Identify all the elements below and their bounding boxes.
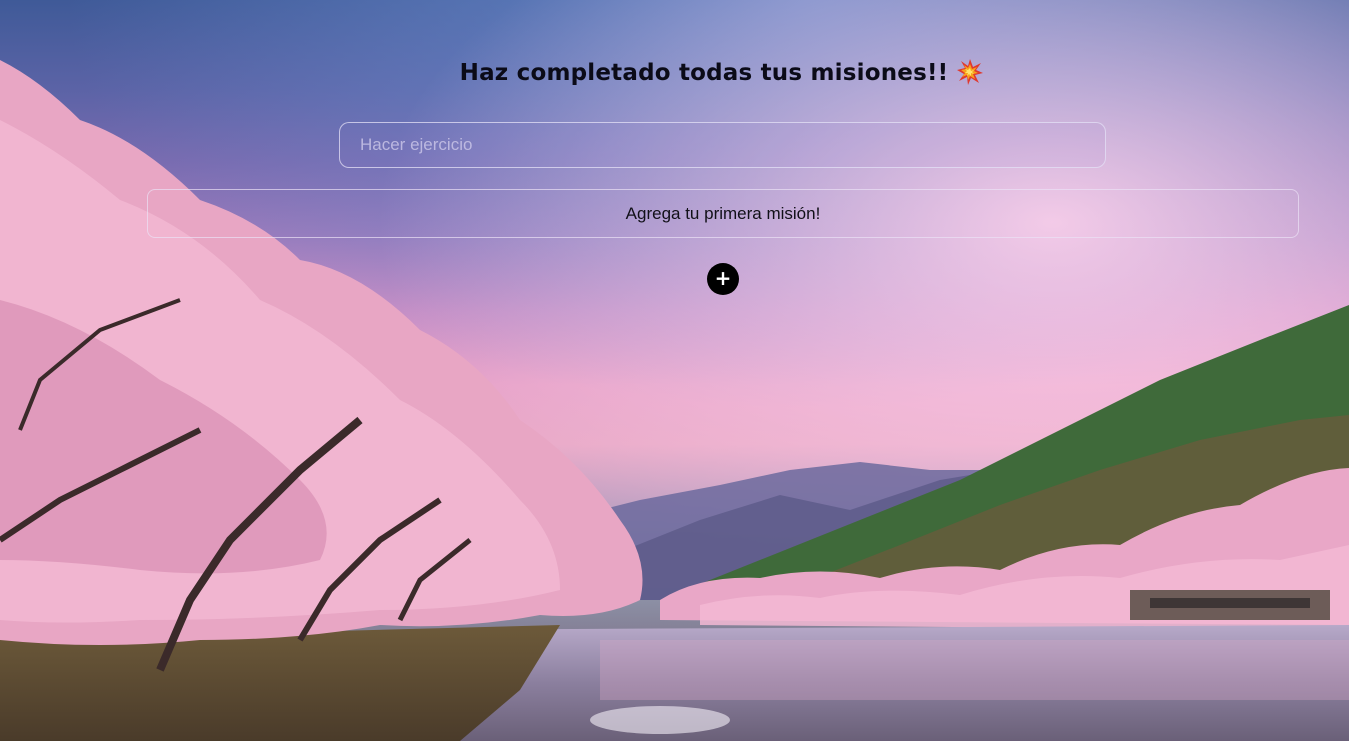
- mission-input-container: [339, 122, 1106, 168]
- title-text: Haz completado todas tus misiones!!: [459, 60, 949, 86]
- add-mission-button[interactable]: +: [707, 263, 739, 295]
- page-title: Haz completado todas tus misiones!!: [0, 58, 1349, 86]
- empty-message: Agrega tu primera misión!: [625, 203, 821, 223]
- collision-icon: [956, 58, 984, 86]
- plus-icon: +: [714, 266, 732, 290]
- mission-input[interactable]: [340, 123, 1105, 167]
- mission-list-empty: Agrega tu primera misión!: [147, 189, 1299, 238]
- app-container: Haz completado todas tus misiones!! Agre…: [0, 0, 1349, 741]
